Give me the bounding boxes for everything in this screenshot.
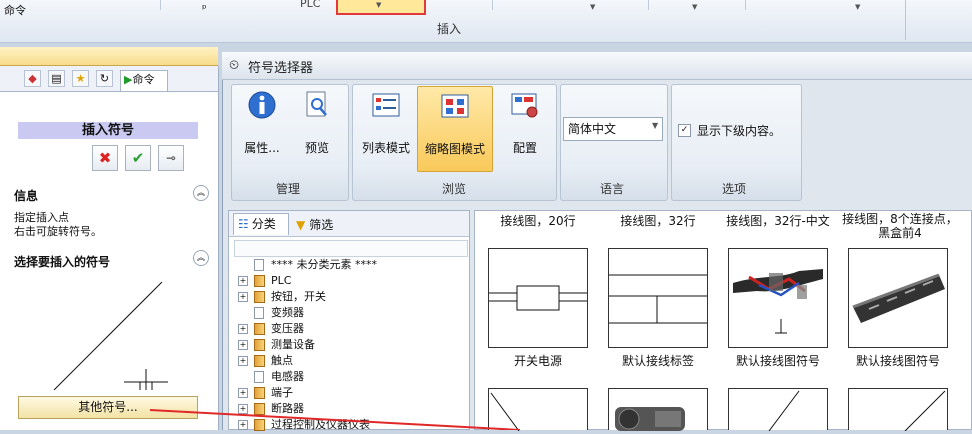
annotation-arrow: [149, 409, 521, 430]
